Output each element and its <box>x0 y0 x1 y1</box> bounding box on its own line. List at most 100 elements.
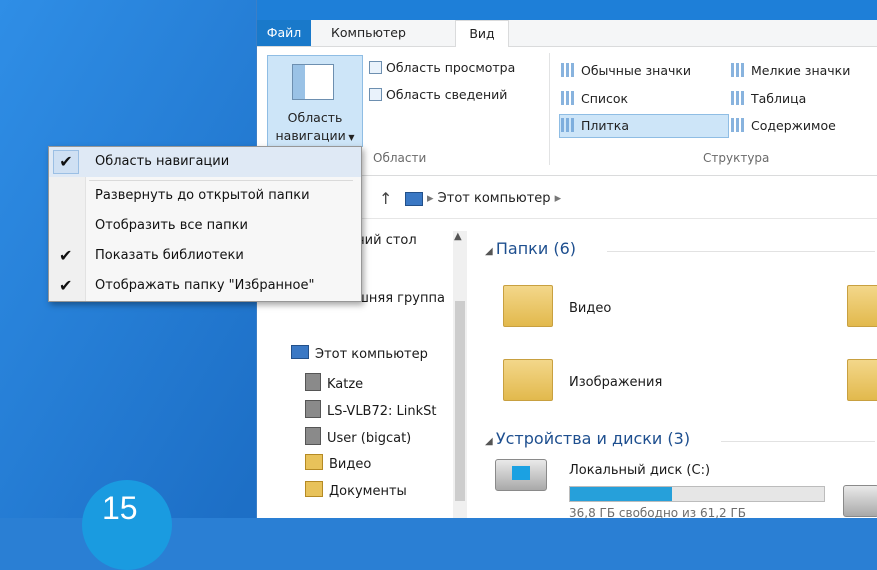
details-label: Таблица <box>751 91 807 106</box>
title-bar <box>257 0 877 20</box>
nav-item-homegroup[interactable]: шняя группа <box>357 291 445 306</box>
menu-item-label: Отображать папку "Избранное" <box>95 278 315 293</box>
menu-item-show-favorites[interactable]: ✔ Отображать папку "Избранное" <box>49 271 361 301</box>
small-icons-icon <box>731 63 745 77</box>
badge-number: 15 <box>102 490 138 526</box>
folder-icon <box>305 454 323 470</box>
divider-line <box>721 441 875 442</box>
preview-pane-label: Область просмотра <box>386 60 516 75</box>
small-icons-label: Мелкие значки <box>751 63 851 78</box>
navigation-pane-icon <box>292 64 334 100</box>
drive-usage-bar <box>569 486 825 502</box>
folders-header-label: Папки (6) <box>495 239 576 258</box>
tiles-icon <box>561 118 575 132</box>
nav-item-network-location[interactable]: User (bigcat) <box>305 427 411 446</box>
menu-item-label: Область навигации <box>95 154 230 169</box>
nav-item-label: Katze <box>327 377 364 392</box>
details-button[interactable]: Таблица <box>731 91 806 106</box>
drive-usage-fill <box>570 487 672 501</box>
network-drive-icon <box>305 400 321 418</box>
checkmark-icon: ✔ <box>59 246 73 265</box>
details-pane-icon <box>369 88 382 101</box>
menu-item-label: Показать библиотеки <box>95 248 244 263</box>
content-button[interactable]: Содержимое <box>731 118 836 133</box>
menu-item-navigation-pane[interactable]: ✔ Область навигации <box>49 147 361 177</box>
large-icons-label: Обычные значки <box>581 63 692 78</box>
nav-item-label: LS-VLB72: LinkSt <box>327 404 437 419</box>
folder-icon[interactable] <box>847 359 877 401</box>
group-label-layout: Структура <box>703 151 770 165</box>
list-label: Список <box>581 91 629 106</box>
step-number-badge: 15 <box>82 480 172 570</box>
details-pane-button[interactable]: Область сведений <box>369 87 507 102</box>
folder-pictures-name[interactable]: Изображения <box>569 375 662 390</box>
navigation-pane-button[interactable]: Область навигации ▼ <box>267 55 363 147</box>
tab-file[interactable]: Файл <box>257 20 311 46</box>
checkmark-icon: ✔ <box>59 276 73 295</box>
nav-item-label: Видео <box>329 457 372 472</box>
preview-pane-button[interactable]: Область просмотра <box>369 60 515 75</box>
scroll-thumb[interactable] <box>455 301 465 501</box>
video-folder-icon[interactable] <box>503 285 553 327</box>
windows-logo-icon <box>512 466 530 480</box>
large-icons-button[interactable]: Обычные значки <box>561 63 691 78</box>
menu-item-label: Развернуть до открытой папки <box>95 188 310 203</box>
nav-item-label: User (bigcat) <box>327 431 412 446</box>
list-button[interactable]: Список <box>561 91 628 106</box>
large-icons-icon <box>561 63 575 77</box>
content-icon <box>731 118 745 132</box>
hard-drive-icon[interactable] <box>495 459 547 491</box>
nav-item-network-location[interactable]: LS-VLB72: LinkSt <box>305 400 437 419</box>
hard-drive-icon[interactable] <box>843 485 877 517</box>
network-drive-icon <box>305 373 321 391</box>
nav-item-this-pc[interactable]: Этот компьютер <box>291 345 428 362</box>
expand-arrow-icon: ◢ <box>485 246 496 257</box>
group-label-panes: Области <box>373 151 427 165</box>
menu-item-show-all-folders[interactable]: Отобразить все папки <box>49 211 361 241</box>
up-arrow-icon[interactable]: ↑ <box>379 189 392 208</box>
dropdown-arrow-icon: ▼ <box>345 133 355 142</box>
small-icons-button[interactable]: Мелкие значки <box>731 63 850 78</box>
tiles-button[interactable]: Плитка <box>561 118 629 133</box>
computer-icon <box>291 345 309 359</box>
folder-video-name[interactable]: Видео <box>569 301 611 316</box>
details-pane-label: Область сведений <box>386 87 508 102</box>
chevron-right-icon: ▸ <box>427 191 438 206</box>
menu-item-label: Отобразить все папки <box>95 218 248 233</box>
nav-scrollbar[interactable]: ▲ <box>453 231 467 518</box>
pictures-folder-icon[interactable] <box>503 359 553 401</box>
nav-item-network-location[interactable]: Katze <box>305 373 363 392</box>
list-icon <box>561 91 575 105</box>
folders-group-header[interactable]: ◢ Папки (6) <box>485 239 875 258</box>
nav-item-label: Документы <box>329 484 407 499</box>
devices-group-header[interactable]: ◢ Устройства и диски (3) <box>485 429 875 448</box>
folder-icon <box>305 481 323 497</box>
nav-item-videos[interactable]: Видео <box>305 454 371 472</box>
this-pc-label: Этот компьютер <box>315 347 428 362</box>
content-pane: ◢ Папки (6) Видео Изображения ◢ Устройст… <box>475 219 877 520</box>
devices-header-label: Устройства и диски (3) <box>495 429 691 448</box>
nav-item-documents[interactable]: Документы <box>305 481 407 499</box>
folder-icon[interactable] <box>847 285 877 327</box>
divider-line <box>607 251 875 252</box>
network-drive-icon <box>305 427 321 445</box>
menu-item-show-libraries[interactable]: ✔ Показать библиотеки <box>49 241 361 271</box>
tab-computer[interactable]: Компьютер <box>319 20 418 46</box>
navigation-pane-label-2: навигации <box>275 128 346 143</box>
ribbon-separator <box>549 53 550 165</box>
ribbon-tabs: Файл Компьютер Вид <box>257 20 877 48</box>
checkmark-icon: ✔ <box>53 150 79 174</box>
drive-name[interactable]: Локальный диск (C:) <box>569 463 710 478</box>
tab-view[interactable]: Вид <box>455 20 509 48</box>
address-bar[interactable]: ▸ Этот компьютер ▸ <box>411 191 561 206</box>
preview-pane-icon <box>369 61 382 74</box>
nav-item-desktop[interactable]: чий стол <box>357 233 417 248</box>
chevron-right-icon: ▸ <box>550 191 562 206</box>
menu-item-expand-to-open-folder[interactable]: Развернуть до открытой папки <box>49 181 361 211</box>
scroll-up-icon[interactable]: ▲ <box>454 231 462 242</box>
navigation-pane-label-1: Область <box>287 110 343 125</box>
tiles-label: Плитка <box>581 118 630 133</box>
address-path: Этот компьютер <box>437 191 551 206</box>
content-label: Содержимое <box>751 118 836 133</box>
details-icon <box>731 91 745 105</box>
